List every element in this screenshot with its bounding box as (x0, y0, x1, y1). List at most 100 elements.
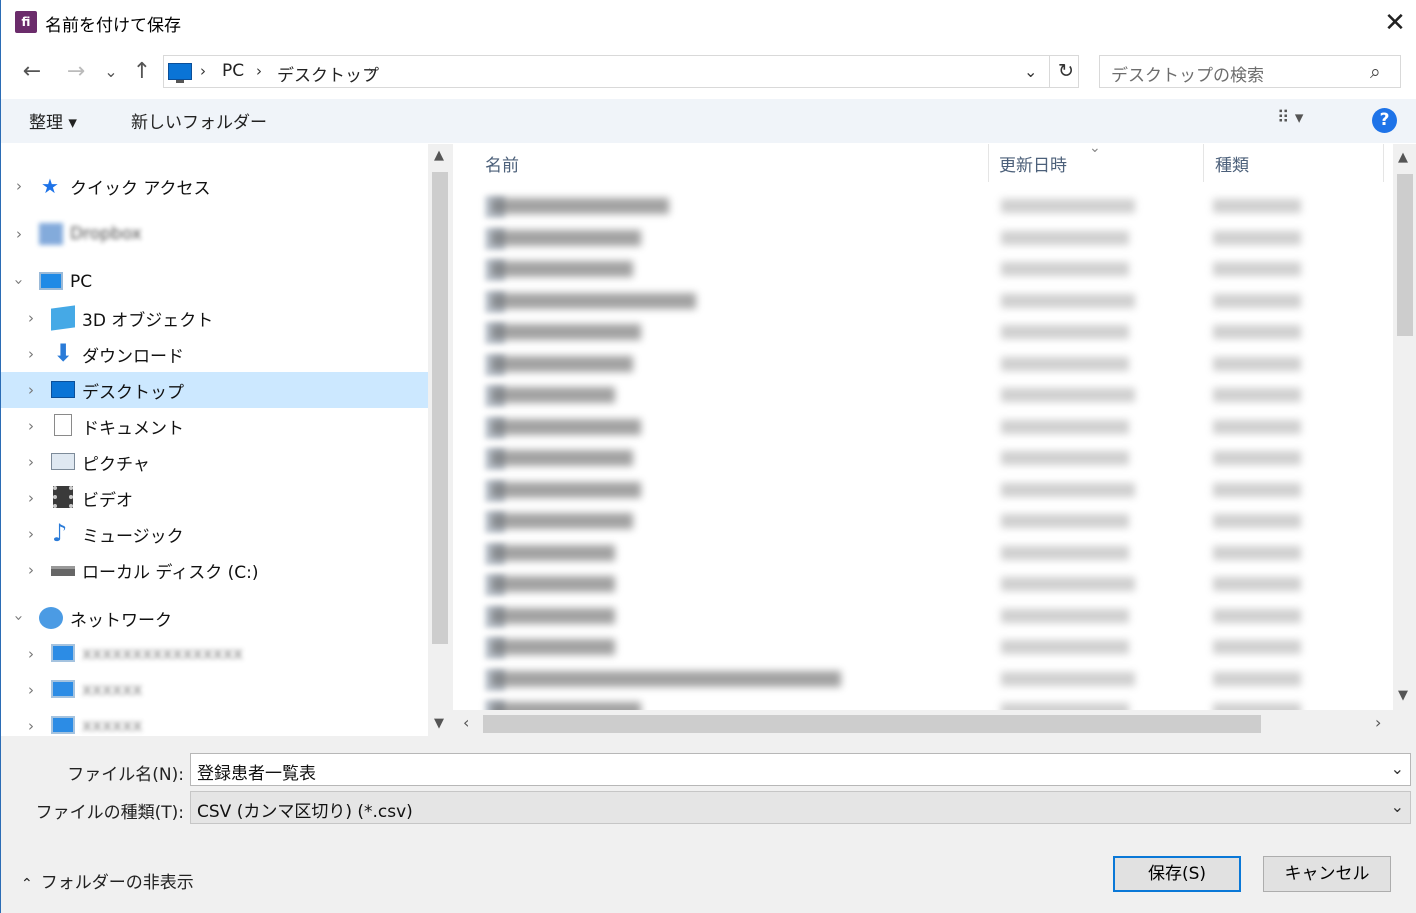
file-row[interactable] (453, 224, 1383, 255)
sidebar-item-network-host[interactable]: › xxxxxxxxxxxxxxxx (1, 636, 428, 672)
file-row[interactable] (453, 381, 1383, 412)
download-arrow-icon: ⬇ (52, 339, 74, 367)
sidebar-item-local-disk[interactable]: › ローカル ディスク (C:) (1, 552, 428, 588)
chevron-right-icon[interactable]: › (23, 345, 39, 363)
file-row[interactable] (453, 287, 1383, 318)
close-button[interactable]: ✕ (1375, 6, 1415, 40)
breadcrumb-pc[interactable]: PC (222, 61, 244, 81)
scroll-up-icon[interactable]: ▲ (434, 148, 444, 163)
sidebar-item-documents[interactable]: › ドキュメント (1, 408, 428, 444)
scroll-left-icon[interactable]: ‹ (463, 713, 469, 732)
scrollbar-thumb[interactable] (483, 715, 1261, 733)
file-type-redacted (1213, 419, 1301, 434)
column-divider[interactable] (1383, 144, 1384, 182)
chevron-right-icon[interactable]: › (11, 177, 27, 195)
address-bar[interactable]: › PC › デスクトップ › ⌄ ↻ (163, 55, 1079, 88)
dropbox-icon (39, 223, 63, 245)
file-row[interactable] (453, 476, 1383, 507)
chevron-down-icon[interactable]: ⌄ (1391, 759, 1404, 778)
refresh-button[interactable]: ↻ (1053, 60, 1079, 84)
file-row[interactable] (453, 507, 1383, 538)
scroll-up-icon[interactable]: ▲ (1398, 150, 1408, 165)
file-row[interactable] (453, 255, 1383, 286)
chevron-right-icon[interactable]: › (23, 717, 39, 735)
breadcrumb-separator[interactable]: › (368, 62, 374, 80)
sidebar-item-3d-objects[interactable]: › 3D オブジェクト (1, 300, 428, 336)
back-button[interactable]: ← (18, 58, 46, 84)
sidebar-item-dropbox[interactable]: › Dropbox (1, 216, 428, 252)
file-row[interactable] (453, 665, 1383, 696)
chevron-right-icon[interactable]: › (23, 681, 39, 699)
view-options-button[interactable]: ⠿ ▾ (1277, 108, 1303, 128)
help-button[interactable]: ? (1372, 108, 1397, 133)
chevron-right-icon[interactable]: › (23, 489, 39, 507)
file-row[interactable] (453, 318, 1383, 349)
save-button[interactable]: 保存(S) (1113, 856, 1241, 892)
forward-button[interactable]: → (62, 58, 90, 84)
chevron-right-icon[interactable]: › (23, 561, 39, 579)
file-type-redacted (1213, 356, 1301, 371)
scroll-down-icon[interactable]: ▼ (434, 716, 444, 731)
chevron-down-icon[interactable]: › (10, 274, 28, 290)
chevron-down-icon[interactable]: ⌄ (1391, 797, 1404, 816)
chevron-down-icon[interactable]: › (10, 610, 28, 626)
file-row[interactable] (453, 192, 1383, 223)
recent-locations-button[interactable]: ⌄ (97, 58, 125, 84)
file-type-redacted (1213, 293, 1301, 308)
file-row[interactable] (453, 602, 1383, 633)
column-header-modified[interactable]: 更新日時 (999, 151, 1067, 176)
sidebar-item-downloads[interactable]: › ⬇ ダウンロード (1, 336, 428, 372)
scrollbar-thumb[interactable] (432, 172, 448, 644)
file-row[interactable] (453, 570, 1383, 601)
sidebar-item-network-host[interactable]: › xxxxxx (1, 672, 428, 708)
chevron-right-icon[interactable]: › (23, 525, 39, 543)
chevron-right-icon[interactable]: › (23, 309, 39, 327)
scroll-right-icon[interactable]: › (1375, 713, 1381, 732)
file-row[interactable] (453, 539, 1383, 570)
sidebar-item-desktop[interactable]: › デスクトップ (1, 372, 428, 408)
sidebar-item-network[interactable]: › ネットワーク (1, 600, 428, 636)
breadcrumb-separator[interactable]: › (200, 62, 206, 80)
filename-input[interactable]: 登録患者一覧表 ⌄ (190, 753, 1411, 786)
file-date-redacted (1001, 514, 1129, 528)
file-type-redacted (1213, 230, 1301, 245)
chevron-right-icon[interactable]: › (23, 645, 39, 663)
chevron-right-icon[interactable]: › (23, 417, 39, 435)
sidebar-item-music[interactable]: › ♪ ミュージック (1, 516, 428, 552)
file-row[interactable] (453, 413, 1383, 444)
file-row[interactable] (453, 444, 1383, 475)
sidebar-item-label: ローカル ディスク (C:) (82, 562, 259, 583)
hide-folders-toggle[interactable]: ⌃ フォルダーの非表示 (21, 868, 194, 893)
file-row[interactable] (453, 633, 1383, 664)
scroll-down-icon[interactable]: ▼ (1398, 688, 1408, 703)
column-header-name[interactable]: 名前 (485, 151, 519, 176)
sidebar-item-pc[interactable]: › PC (1, 264, 428, 300)
sidebar-item-pictures[interactable]: › ピクチャ (1, 444, 428, 480)
cancel-button[interactable]: キャンセル (1263, 856, 1391, 892)
file-name-redacted (491, 324, 641, 340)
search-input[interactable]: デスクトップの検索 ⌕ (1099, 55, 1401, 88)
sidebar-item-quick-access[interactable]: › ★ クイック アクセス (1, 168, 428, 204)
sidebar-item-videos[interactable]: › ビデオ (1, 480, 428, 516)
file-row[interactable] (453, 350, 1383, 381)
new-folder-button[interactable]: 新しいフォルダー (131, 108, 267, 133)
breadcrumb-desktop[interactable]: デスクトップ (277, 61, 379, 86)
address-dropdown-icon[interactable]: ⌄ (1024, 62, 1037, 81)
divider (1049, 56, 1050, 87)
chevron-right-icon[interactable]: › (23, 381, 39, 399)
close-icon: ✕ (1384, 8, 1406, 38)
file-date-redacted (1001, 356, 1129, 371)
filetype-select[interactable]: CSV (カンマ区切り) (*.csv) ⌄ (190, 791, 1411, 824)
breadcrumb-separator[interactable]: › (256, 62, 262, 80)
sidebar-item-network-host[interactable]: › xxxxxx (1, 708, 428, 736)
organize-button[interactable]: 整理 ▾ (29, 108, 77, 133)
column-divider[interactable] (1203, 144, 1204, 182)
file-name-redacted (491, 607, 615, 624)
file-date-redacted (1001, 608, 1129, 623)
column-header-type[interactable]: 種類 (1215, 151, 1249, 176)
up-button[interactable]: ↑ (128, 58, 156, 84)
chevron-right-icon[interactable]: › (11, 225, 27, 243)
column-divider[interactable] (988, 144, 989, 182)
scrollbar-thumb[interactable] (1397, 174, 1413, 336)
chevron-right-icon[interactable]: › (23, 453, 39, 471)
